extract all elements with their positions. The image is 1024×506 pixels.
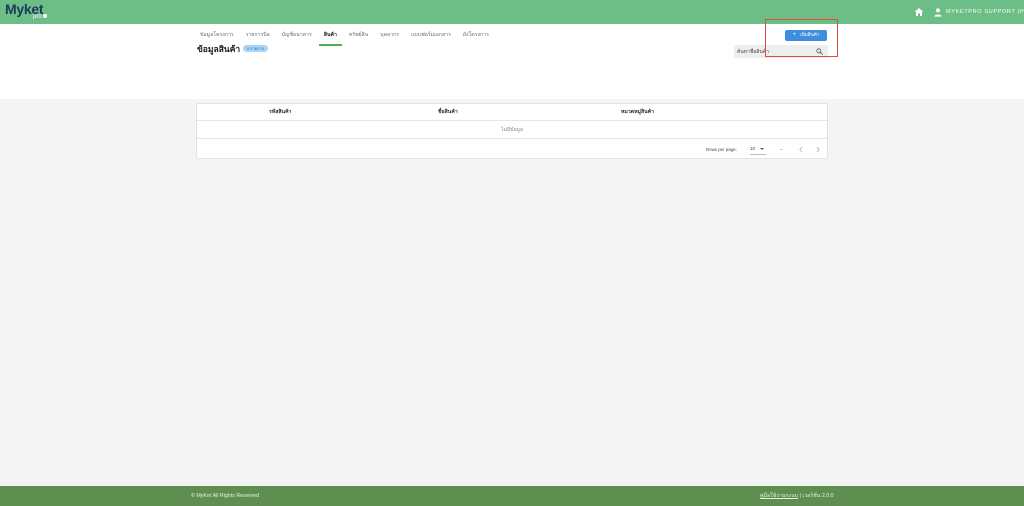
tab-products[interactable]: สินค้า <box>318 30 343 46</box>
rows-per-page-select[interactable]: 10 <box>750 144 766 155</box>
empty-state-row: ไม่มีข้อมูล <box>197 121 827 139</box>
user-icon <box>934 7 942 17</box>
rows-per-page-value: 10 <box>750 146 755 151</box>
search-box[interactable] <box>734 45 828 58</box>
footer-right: คู่มือใช้งานระบบ | เวอร์ชั่น 2.0.0 <box>760 486 834 506</box>
page-header: ข้อมูลโครงการ รายการบิล บัญชีธนาคาร สินค… <box>0 24 1024 99</box>
user-name: MYKETPRO SUPPORT (P) <box>946 9 1024 15</box>
column-header-product-code[interactable]: รหัสสินค้า <box>269 104 291 121</box>
version-text: | เวอร์ชั่น 2.0.0 <box>799 493 834 499</box>
add-product-label: เพิ่มสินค้า <box>800 32 820 37</box>
tab-personnel[interactable]: บุคลากร <box>380 30 399 46</box>
rows-per-page-label: Rows per page: <box>706 147 737 152</box>
tab-bank-accounts[interactable]: บัญชีธนาคาร <box>282 30 312 46</box>
tab-bills[interactable]: รายการบิล <box>246 30 270 46</box>
user-manual-link[interactable]: คู่มือใช้งานระบบ <box>760 493 798 499</box>
add-product-button[interactable]: + เพิ่มสินค้า <box>785 30 827 41</box>
logo-dot-icon <box>42 14 47 19</box>
pagination-range: – <box>780 147 783 152</box>
copyright-text: © MyKet All Rights Reserved <box>191 493 260 499</box>
page-title: ข้อมูลสินค้า <box>197 44 241 54</box>
tab-bar: ข้อมูลโครงการ รายการบิล บัญชีธนาคาร สินค… <box>200 30 501 46</box>
chevron-left-icon[interactable] <box>798 146 804 153</box>
product-table: รหัสสินค้า ชื่อสินค้า หมวดหมู่สินค้า ไม่… <box>196 103 828 159</box>
logo-sub-label: pro <box>33 14 42 20</box>
home-icon[interactable] <box>914 7 924 17</box>
tab-document-forms[interactable]: แบบฟอร์มเอกสาร <box>411 30 451 46</box>
search-icon[interactable] <box>816 48 823 55</box>
chevron-right-icon[interactable] <box>815 146 821 153</box>
search-input[interactable] <box>737 45 812 58</box>
user-menu[interactable]: MYKETPRO SUPPORT (P) <box>934 7 1024 17</box>
count-badge: 0 รายการ <box>243 45 268 52</box>
tab-assets[interactable]: ทรัพย์สิน <box>349 30 368 46</box>
table-header: รหัสสินค้า ชื่อสินค้า หมวดหมู่สินค้า <box>197 104 827 121</box>
pagination-bar: Rows per page: 10 – <box>197 139 827 160</box>
tab-project-plan[interactable]: ผังโครงการ <box>463 30 489 46</box>
logo-subtext: pro <box>33 14 47 21</box>
plus-icon: + <box>792 32 797 38</box>
column-header-product-category[interactable]: หมวดหมู่สินค้า <box>621 104 654 121</box>
top-bar: Myket pro MYKETPRO SUPPORT (P) <box>0 0 1024 24</box>
footer-bar: © MyKet All Rights Reserved คู่มือใช้งาน… <box>0 486 1024 506</box>
caret-down-icon <box>760 148 764 150</box>
column-header-product-name[interactable]: ชื่อสินค้า <box>438 104 458 121</box>
